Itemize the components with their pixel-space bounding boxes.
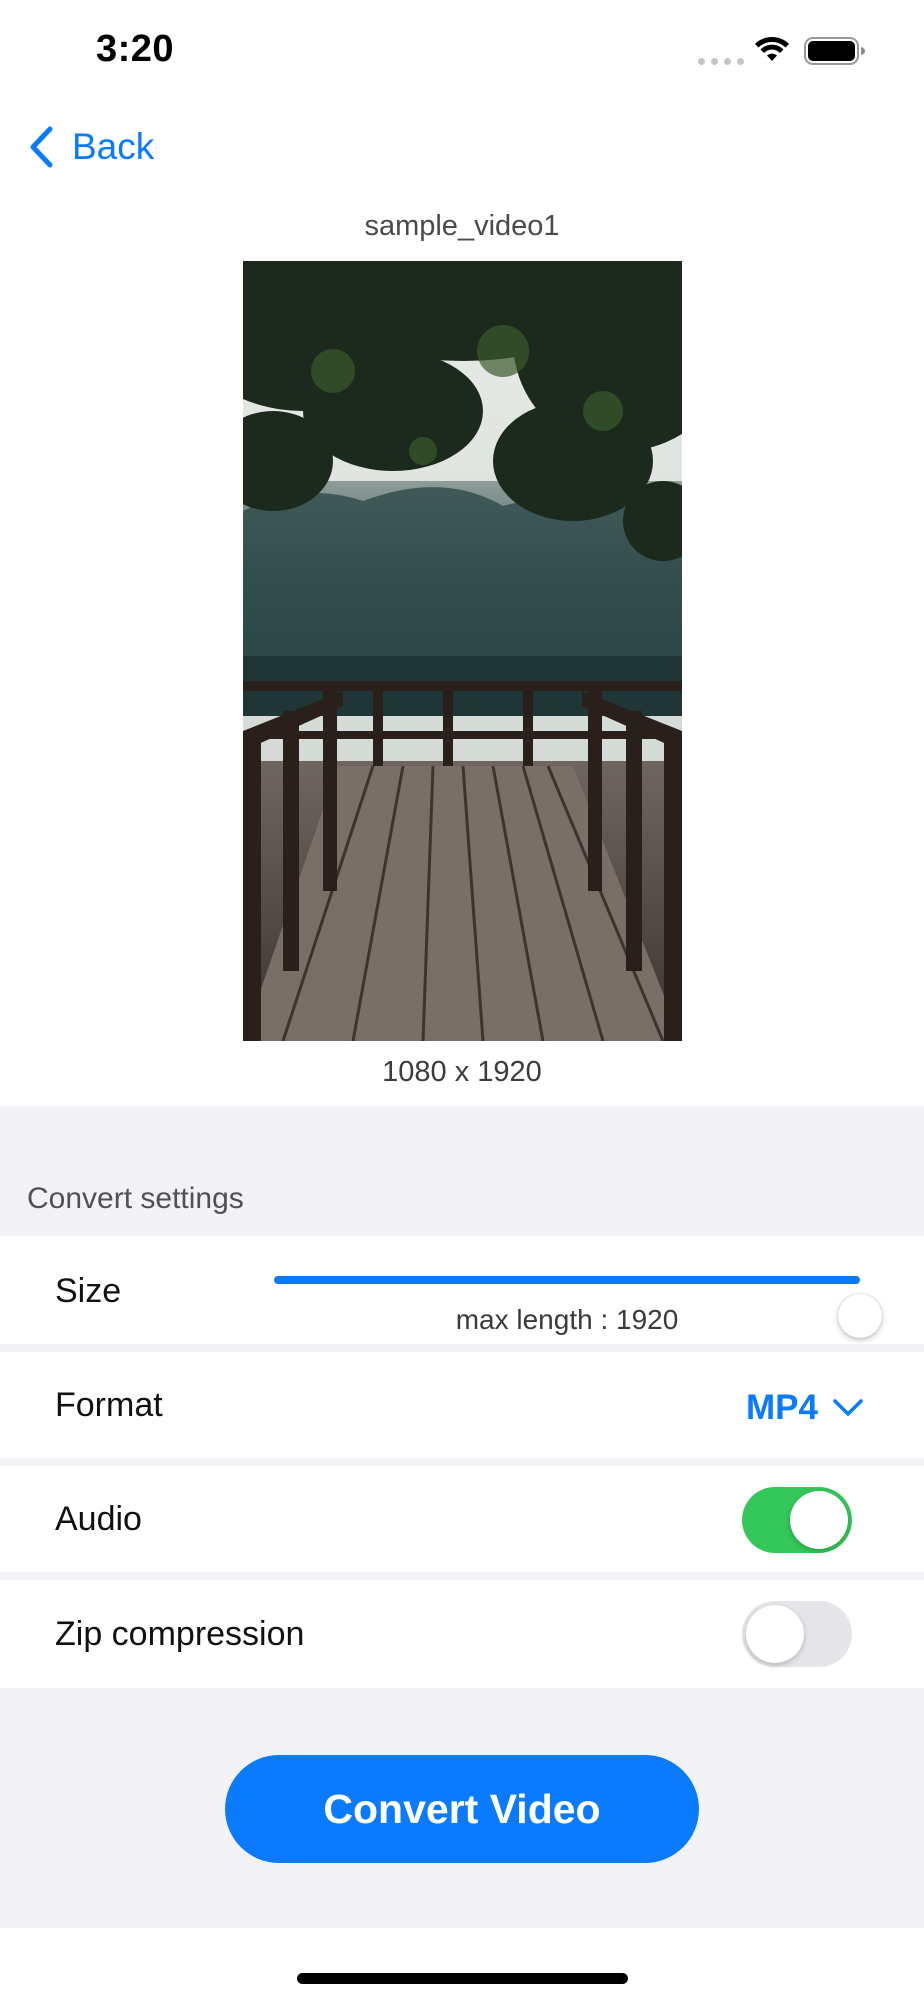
format-dropdown[interactable]: MP4	[746, 1388, 864, 1428]
convert-settings-header: Convert settings	[27, 1182, 244, 1215]
toggle-knob	[746, 1605, 804, 1663]
chevron-down-icon	[833, 1399, 863, 1416]
battery-icon	[804, 36, 866, 71]
chevron-left-icon	[30, 126, 53, 168]
zip-row: Zip compression	[0, 1580, 924, 1688]
toggle-knob	[790, 1491, 848, 1549]
home-indicator	[297, 1973, 628, 1984]
size-caption: max length : 1920	[455, 1304, 679, 1335]
size-slider[interactable]	[274, 1276, 882, 1338]
audio-toggle[interactable]	[742, 1487, 852, 1553]
size-slider-fill	[274, 1276, 860, 1284]
audio-row: Audio	[0, 1466, 924, 1572]
audio-label: Audio	[55, 1500, 142, 1538]
back-button[interactable]: Back	[28, 126, 154, 168]
video-thumbnail[interactable]	[243, 261, 682, 1041]
zip-label: Zip compression	[55, 1615, 305, 1653]
convert-video-button[interactable]: Convert Video	[225, 1755, 699, 1863]
format-label: Format	[55, 1386, 163, 1424]
video-title: sample_video1	[364, 210, 560, 242]
zip-compression-toggle[interactable]	[742, 1601, 852, 1667]
format-value: MP4	[746, 1388, 818, 1427]
bottom-area	[0, 1928, 924, 2000]
signal-dots-icon	[698, 58, 744, 65]
size-row: Size max length : 1920	[0, 1236, 924, 1344]
video-dimensions: 1080 x 1920	[382, 1056, 542, 1088]
size-label: Size	[55, 1272, 122, 1310]
format-row[interactable]: Format MP4	[0, 1352, 924, 1458]
wifi-icon	[754, 36, 790, 69]
status-time: 3:20	[96, 28, 175, 70]
back-label: Back	[72, 126, 155, 167]
